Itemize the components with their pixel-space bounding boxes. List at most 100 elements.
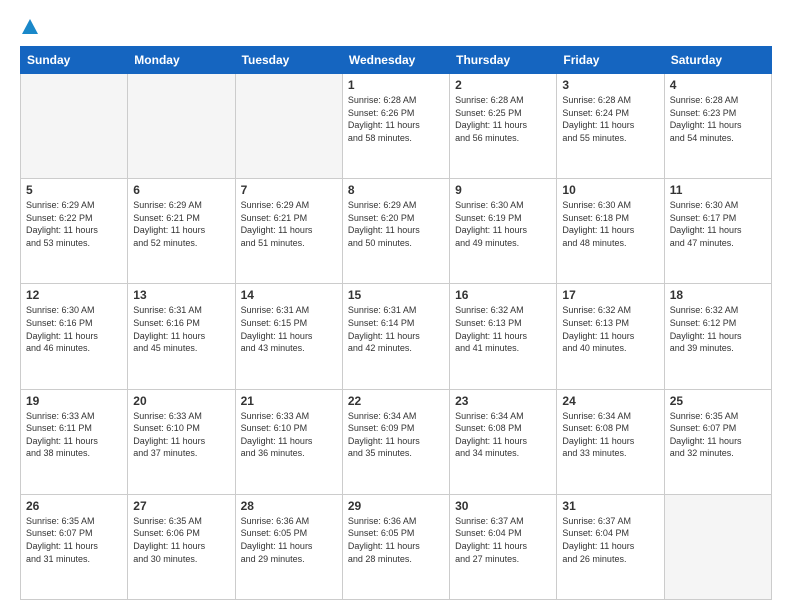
- day-number: 9: [455, 183, 551, 197]
- day-number: 26: [26, 499, 122, 513]
- calendar-cell: 3Sunrise: 6:28 AM Sunset: 6:24 PM Daylig…: [557, 74, 664, 179]
- calendar-cell: 11 Sunrise: 6:30 AM Sunset: 6:17 PM Dayli…: [664, 179, 771, 284]
- day-number: 24: [562, 394, 658, 408]
- day-number: 15: [348, 288, 444, 302]
- day-number: 6: [133, 183, 229, 197]
- day-info: Sunrise: 6:29 AM Sunset: 6:21 PM Dayligh…: [133, 199, 229, 249]
- calendar-cell: 26 Sunrise: 6:35 AM Sunset: 6:07 PM Dayli…: [21, 494, 128, 599]
- day-info: Sunrise: 6:35 AM Sunset: 6:07 PM Dayligh…: [26, 515, 122, 565]
- day-info: Sunrise: 6:28 AM Sunset: 6:24 PM Dayligh…: [562, 94, 658, 144]
- day-number: 4: [670, 78, 766, 92]
- calendar-cell: [128, 74, 235, 179]
- day-info: Sunrise: 6:30 AM Sunset: 6:16 PM Dayligh…: [26, 304, 122, 354]
- day-number: 2: [455, 78, 551, 92]
- calendar-cell: 12 Sunrise: 6:30 AM Sunset: 6:16 PM Dayli…: [21, 284, 128, 389]
- calendar-cell: [664, 494, 771, 599]
- day-number: 1: [348, 78, 444, 92]
- calendar-cell: 19Sunrise: 6:33 AM Sunset: 6:11 PM Dayli…: [21, 389, 128, 494]
- weekday-header-saturday: Saturday: [664, 47, 771, 74]
- day-info: Sunrise: 6:36 AM Sunset: 6:05 PM Dayligh…: [348, 515, 444, 565]
- calendar-week-row: 5 Sunrise: 6:29 AM Sunset: 6:22 PM Daylig…: [21, 179, 772, 284]
- calendar-cell: 9 Sunrise: 6:30 AM Sunset: 6:19 PM Daylig…: [450, 179, 557, 284]
- weekday-header-wednesday: Wednesday: [342, 47, 449, 74]
- logo-icon: [21, 18, 39, 36]
- calendar-table: SundayMondayTuesdayWednesdayThursdayFrid…: [20, 46, 772, 600]
- day-info: Sunrise: 6:31 AM Sunset: 6:15 PM Dayligh…: [241, 304, 337, 354]
- day-info: Sunrise: 6:28 AM Sunset: 6:25 PM Dayligh…: [455, 94, 551, 144]
- calendar-cell: 1 Sunrise: 6:28 AM Sunset: 6:26 PM Daylig…: [342, 74, 449, 179]
- calendar-week-row: 1 Sunrise: 6:28 AM Sunset: 6:26 PM Daylig…: [21, 74, 772, 179]
- calendar-week-row: 12 Sunrise: 6:30 AM Sunset: 6:16 PM Dayli…: [21, 284, 772, 389]
- day-number: 27: [133, 499, 229, 513]
- day-number: 11: [670, 183, 766, 197]
- calendar-cell: 2 Sunrise: 6:28 AM Sunset: 6:25 PM Daylig…: [450, 74, 557, 179]
- day-number: 30: [455, 499, 551, 513]
- calendar-cell: 8Sunrise: 6:29 AM Sunset: 6:20 PM Daylig…: [342, 179, 449, 284]
- calendar-cell: 27Sunrise: 6:35 AM Sunset: 6:06 PM Dayli…: [128, 494, 235, 599]
- weekday-header-sunday: Sunday: [21, 47, 128, 74]
- calendar-cell: 20 Sunrise: 6:33 AM Sunset: 6:10 PM Dayli…: [128, 389, 235, 494]
- calendar-cell: 21 Sunrise: 6:33 AM Sunset: 6:10 PM Dayli…: [235, 389, 342, 494]
- logo: [20, 18, 39, 36]
- day-number: 23: [455, 394, 551, 408]
- calendar-cell: 22 Sunrise: 6:34 AM Sunset: 6:09 PM Dayli…: [342, 389, 449, 494]
- day-number: 25: [670, 394, 766, 408]
- day-number: 12: [26, 288, 122, 302]
- day-info: Sunrise: 6:36 AM Sunset: 6:05 PM Dayligh…: [241, 515, 337, 565]
- day-number: 13: [133, 288, 229, 302]
- day-number: 7: [241, 183, 337, 197]
- calendar-cell: 24Sunrise: 6:34 AM Sunset: 6:08 PM Dayli…: [557, 389, 664, 494]
- calendar-cell: 7 Sunrise: 6:29 AM Sunset: 6:21 PM Daylig…: [235, 179, 342, 284]
- day-info: Sunrise: 6:29 AM Sunset: 6:21 PM Dayligh…: [241, 199, 337, 249]
- day-number: 22: [348, 394, 444, 408]
- day-info: Sunrise: 6:32 AM Sunset: 6:13 PM Dayligh…: [455, 304, 551, 354]
- calendar-week-row: 19Sunrise: 6:33 AM Sunset: 6:11 PM Dayli…: [21, 389, 772, 494]
- day-info: Sunrise: 6:34 AM Sunset: 6:09 PM Dayligh…: [348, 410, 444, 460]
- calendar-cell: 13 Sunrise: 6:31 AM Sunset: 6:16 PM Dayli…: [128, 284, 235, 389]
- calendar-cell: 4 Sunrise: 6:28 AM Sunset: 6:23 PM Daylig…: [664, 74, 771, 179]
- day-info: Sunrise: 6:35 AM Sunset: 6:07 PM Dayligh…: [670, 410, 766, 460]
- day-number: 28: [241, 499, 337, 513]
- day-info: Sunrise: 6:30 AM Sunset: 6:18 PM Dayligh…: [562, 199, 658, 249]
- day-number: 17: [562, 288, 658, 302]
- calendar-cell: 30Sunrise: 6:37 AM Sunset: 6:04 PM Dayli…: [450, 494, 557, 599]
- day-info: Sunrise: 6:30 AM Sunset: 6:17 PM Dayligh…: [670, 199, 766, 249]
- calendar-cell: 18Sunrise: 6:32 AM Sunset: 6:12 PM Dayli…: [664, 284, 771, 389]
- calendar-cell: 6 Sunrise: 6:29 AM Sunset: 6:21 PM Daylig…: [128, 179, 235, 284]
- day-number: 10: [562, 183, 658, 197]
- calendar-cell: 25 Sunrise: 6:35 AM Sunset: 6:07 PM Dayli…: [664, 389, 771, 494]
- weekday-header-thursday: Thursday: [450, 47, 557, 74]
- day-info: Sunrise: 6:31 AM Sunset: 6:14 PM Dayligh…: [348, 304, 444, 354]
- day-info: Sunrise: 6:33 AM Sunset: 6:10 PM Dayligh…: [133, 410, 229, 460]
- day-info: Sunrise: 6:30 AM Sunset: 6:19 PM Dayligh…: [455, 199, 551, 249]
- day-info: Sunrise: 6:28 AM Sunset: 6:23 PM Dayligh…: [670, 94, 766, 144]
- day-info: Sunrise: 6:28 AM Sunset: 6:26 PM Dayligh…: [348, 94, 444, 144]
- calendar-cell: 15 Sunrise: 6:31 AM Sunset: 6:14 PM Dayli…: [342, 284, 449, 389]
- calendar-cell: 16Sunrise: 6:32 AM Sunset: 6:13 PM Dayli…: [450, 284, 557, 389]
- day-number: 21: [241, 394, 337, 408]
- day-info: Sunrise: 6:29 AM Sunset: 6:22 PM Dayligh…: [26, 199, 122, 249]
- calendar-cell: 14Sunrise: 6:31 AM Sunset: 6:15 PM Dayli…: [235, 284, 342, 389]
- calendar-week-row: 26 Sunrise: 6:35 AM Sunset: 6:07 PM Dayli…: [21, 494, 772, 599]
- calendar-cell: 23 Sunrise: 6:34 AM Sunset: 6:08 PM Dayli…: [450, 389, 557, 494]
- day-info: Sunrise: 6:32 AM Sunset: 6:13 PM Dayligh…: [562, 304, 658, 354]
- weekday-header-friday: Friday: [557, 47, 664, 74]
- day-number: 5: [26, 183, 122, 197]
- weekday-header-monday: Monday: [128, 47, 235, 74]
- page: SundayMondayTuesdayWednesdayThursdayFrid…: [0, 0, 792, 612]
- day-number: 31: [562, 499, 658, 513]
- calendar-cell: 17 Sunrise: 6:32 AM Sunset: 6:13 PM Dayli…: [557, 284, 664, 389]
- day-number: 19: [26, 394, 122, 408]
- calendar-cell: 31 Sunrise: 6:37 AM Sunset: 6:04 PM Dayli…: [557, 494, 664, 599]
- header: [20, 18, 772, 36]
- day-info: Sunrise: 6:37 AM Sunset: 6:04 PM Dayligh…: [562, 515, 658, 565]
- day-info: Sunrise: 6:29 AM Sunset: 6:20 PM Dayligh…: [348, 199, 444, 249]
- day-info: Sunrise: 6:34 AM Sunset: 6:08 PM Dayligh…: [455, 410, 551, 460]
- calendar-cell: 5 Sunrise: 6:29 AM Sunset: 6:22 PM Daylig…: [21, 179, 128, 284]
- calendar-cell: 29Sunrise: 6:36 AM Sunset: 6:05 PM Dayli…: [342, 494, 449, 599]
- day-info: Sunrise: 6:31 AM Sunset: 6:16 PM Dayligh…: [133, 304, 229, 354]
- calendar-cell: 28 Sunrise: 6:36 AM Sunset: 6:05 PM Dayli…: [235, 494, 342, 599]
- day-number: 18: [670, 288, 766, 302]
- day-info: Sunrise: 6:33 AM Sunset: 6:10 PM Dayligh…: [241, 410, 337, 460]
- day-number: 20: [133, 394, 229, 408]
